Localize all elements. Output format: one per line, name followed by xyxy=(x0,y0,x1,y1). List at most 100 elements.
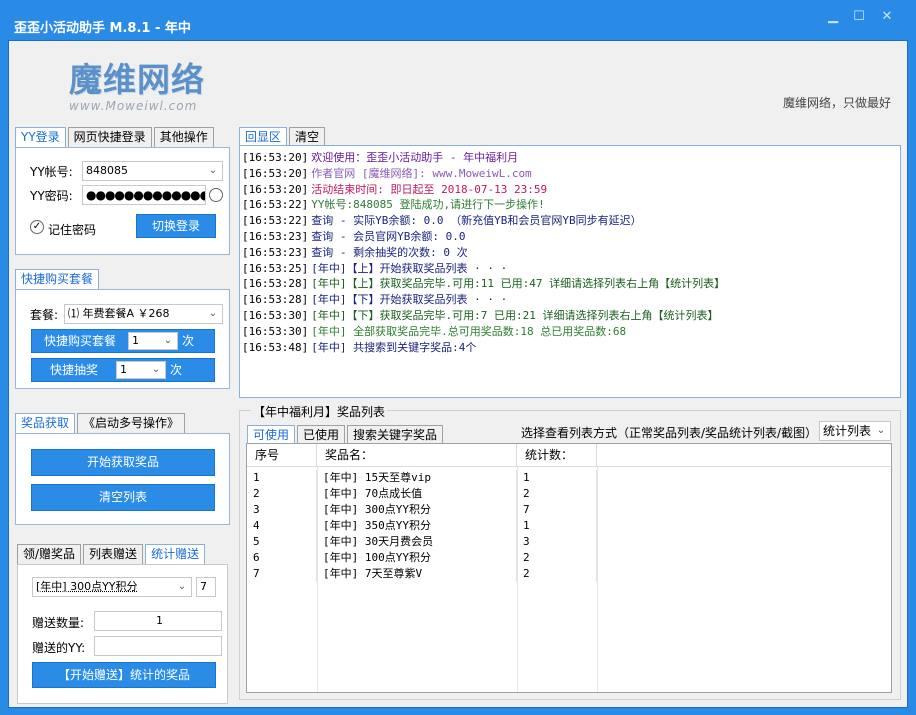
table-row[interactable]: 5 [年中] 30天月费会员 3 xyxy=(247,534,891,550)
log-text: 查询 - 会员官网YB余额: 0.0 xyxy=(311,229,466,243)
table-cell: 3 xyxy=(517,534,597,550)
log-text: [年中]【下】开始获取奖品列表 · · · xyxy=(311,293,508,307)
logo-url: www.Moweiwl.com xyxy=(69,99,198,113)
table-cell: 2 xyxy=(517,566,597,582)
table-cell: [年中] 300点YY积分 xyxy=(317,502,517,518)
chevron-down-icon: ⌄ xyxy=(208,165,218,176)
tab-stat-gift[interactable]: 统计赠送 xyxy=(145,544,206,565)
log-line: [16:53:28] [年中]【下】开始获取奖品列表 · · · xyxy=(242,292,900,308)
log-time: [16:53:28] xyxy=(242,277,309,291)
title-bar[interactable]: 歪歪小活动助手 M.8.1 - 年中 ▁ ☐ ✕ xyxy=(0,0,916,40)
chevron-down-icon: ⌄ xyxy=(208,308,218,319)
log-line: [16:53:30] [年中]【下】获取奖品完毕.可用:7 已用:21 详细请选择… xyxy=(242,308,900,324)
log-line: [16:53:22] YY帐号:848085 登陆成功,请进行下一步操作! xyxy=(242,197,900,213)
chevron-down-icon: ⌄ xyxy=(876,425,886,436)
log-text: [年中]【上】获取奖品完毕.可用:11 已用:47 详细请选择列表右上角【统计列… xyxy=(311,277,726,291)
lottery-unit: 次 xyxy=(170,363,183,377)
log-text: 活动结束时间: 即日起至 2018-07-13 23:59 xyxy=(311,182,548,196)
table-row[interactable]: 2 [年中] 70点成长值 2 xyxy=(247,486,891,502)
log-time: [16:53:48] xyxy=(242,340,309,354)
maximize-icon[interactable]: ☐ xyxy=(848,10,870,26)
tab-quick-buy[interactable]: 快捷购买套餐 xyxy=(15,269,100,290)
log-text: 查询 - 实际YB余额: 0.0 （新充值YB和会员官网YB同步有延迟） xyxy=(311,214,642,228)
log-line: [16:53:23] 查询 - 剩余抽奖的次数: 0 次 xyxy=(242,245,900,261)
checkbox-icon[interactable]: ✓ xyxy=(30,220,44,234)
table-cell: 7 xyxy=(247,566,317,582)
start-gift-button[interactable]: 【开始赠送】统计的奖品 xyxy=(32,662,216,688)
quick-lottery-button[interactable]: 快捷抽奖 xyxy=(32,359,116,381)
lottery-count-select[interactable]: 1 ⌄ xyxy=(116,361,166,379)
client-area: 魔维网络 www.Moweiwl.com 魔维网络，只做最好 YY登录 网页快捷… xyxy=(8,40,908,708)
tab-other-ops[interactable]: 其他操作 xyxy=(153,127,214,147)
table-cell: 2 xyxy=(517,486,597,502)
table-cell: [年中] 70点成长值 xyxy=(317,486,517,502)
tab-search-keyword[interactable]: 搜索关键字奖品 xyxy=(347,425,444,445)
tab-used[interactable]: 已使用 xyxy=(297,425,346,445)
tab-receive-gift[interactable]: 领/赠奖品 xyxy=(17,544,82,564)
log-text: [年中]【上】开始获取奖品列表 · · · xyxy=(311,261,508,275)
tab-prize-fetch[interactable]: 奖品获取 xyxy=(15,413,76,434)
log-text: [年中] 共搜索到关键字奖品:4个 xyxy=(311,340,477,354)
log-area[interactable]: [16:53:20] 欢迎使用：歪歪小活动助手 - 年中福利月 [16:53:20]… xyxy=(239,145,901,398)
view-mode-select[interactable]: 统计列表 ⌄ xyxy=(819,421,891,441)
buy-count-select[interactable]: 1 ⌄ xyxy=(128,332,178,350)
gift-item-select[interactable]: [年中] 300点YY积分 ⌄ xyxy=(32,577,192,597)
lottery-count-value: 1 xyxy=(120,363,127,376)
col-header-index[interactable]: 序号 xyxy=(247,444,317,466)
chevron-down-icon: ⌄ xyxy=(177,581,187,592)
col-header-count[interactable]: 统计数： xyxy=(517,444,597,466)
clear-list-button[interactable]: 清空列表 xyxy=(31,484,215,511)
password-field[interactable]: ●●●●●●●●●●●●●● xyxy=(82,185,206,205)
table-cell: [年中] 7天至尊紫V xyxy=(317,566,517,582)
radio-icon[interactable] xyxy=(209,188,223,202)
table-row[interactable]: 4 [年中] 350点YY积分 1 xyxy=(247,518,891,534)
tab-multi-account[interactable]: 《启动多号操作》 xyxy=(77,413,186,433)
table-cell: [年中] 30天月费会员 xyxy=(317,534,517,550)
table-row[interactable]: 1 [年中] 15天至尊vip 1 xyxy=(247,470,891,486)
account-select[interactable]: 848085 ⌄ xyxy=(82,161,223,181)
gift-item-value: [年中] 300点YY积分 xyxy=(36,580,138,593)
quick-buy-button[interactable]: 快捷购买套餐 xyxy=(32,330,128,352)
chevron-down-icon: ⌄ xyxy=(163,335,173,346)
log-line: [16:53:30] [年中] 全部获取奖品完毕.总可用奖品数:18 总已用奖品数… xyxy=(242,324,900,340)
log-time: [16:53:25] xyxy=(242,261,309,275)
chevron-down-icon: ⌄ xyxy=(151,364,161,375)
log-text: 作者官网 [魔维网络]: www.MoweiwL.com xyxy=(311,166,532,180)
table-cell: 7 xyxy=(517,502,597,518)
tab-web-login[interactable]: 网页快捷登录 xyxy=(67,127,152,147)
logo: 魔维网络 www.Moweiwl.com xyxy=(69,53,244,113)
window-title: 歪歪小活动助手 M.8.1 - 年中 xyxy=(14,21,191,36)
log-line: [16:53:28] [年中]【上】获取奖品完毕.可用:11 已用:47 详细请选… xyxy=(242,276,900,292)
table-row[interactable]: 3 [年中] 300点YY积分 7 xyxy=(247,502,891,518)
tab-clear[interactable]: 清空 xyxy=(289,127,326,147)
log-line: [16:53:48] [年中] 共搜索到关键字奖品:4个 xyxy=(242,340,900,356)
header-divider xyxy=(247,466,891,467)
table-row[interactable]: 7 [年中] 7天至尊紫V 2 xyxy=(247,566,891,582)
log-line: [16:53:22] 查询 - 实际YB余额: 0.0 （新充值YB和会员官网YB… xyxy=(242,213,900,229)
prize-list-title: 【年中福利月】奖品列表 xyxy=(251,403,388,420)
buy-unit: 次 xyxy=(182,334,195,348)
table-cell: 1 xyxy=(247,470,317,486)
tab-yy-login[interactable]: YY登录 xyxy=(15,127,66,148)
log-line: [16:53:20] 作者官网 [魔维网络]: www.MoweiwL.com xyxy=(242,166,900,182)
gift-target-field[interactable] xyxy=(94,636,222,656)
col-header-name[interactable]: 奖品名： xyxy=(317,444,517,466)
start-fetch-button[interactable]: 开始获取奖品 xyxy=(31,449,215,476)
gift-item-count: 7 xyxy=(196,577,216,597)
close-icon[interactable]: ✕ xyxy=(876,10,898,26)
switch-login-button[interactable]: 切换登录 xyxy=(136,214,216,238)
log-time: [16:53:23] xyxy=(242,229,309,243)
package-select[interactable]: ⑴ 年费套餐A ￥268 ⌄ xyxy=(64,304,223,324)
tab-list-gift[interactable]: 列表赠送 xyxy=(83,544,144,564)
prize-tabs: 奖品获取 《启动多号操作》 xyxy=(15,413,187,434)
log-time: [16:53:20] xyxy=(242,182,309,196)
minimize-icon[interactable]: ▁ xyxy=(822,10,844,26)
table-cell: 3 xyxy=(247,502,317,518)
prize-panel: 开始获取奖品 清空列表 xyxy=(15,433,230,525)
quickbuy-panel: 套餐: ⑴ 年费套餐A ￥268 ⌄ 快捷购买套餐 1 ⌄ 次 快捷抽奖 1 ⌄ xyxy=(15,289,230,389)
log-text: 查询 - 剩余抽奖的次数: 0 次 xyxy=(311,245,468,259)
table-cell: 4 xyxy=(247,518,317,534)
log-time: [16:53:30] xyxy=(242,308,309,322)
gift-qty-field[interactable]: 1 xyxy=(94,611,222,631)
table-row[interactable]: 6 [年中] 100点YY积分 2 xyxy=(247,550,891,566)
